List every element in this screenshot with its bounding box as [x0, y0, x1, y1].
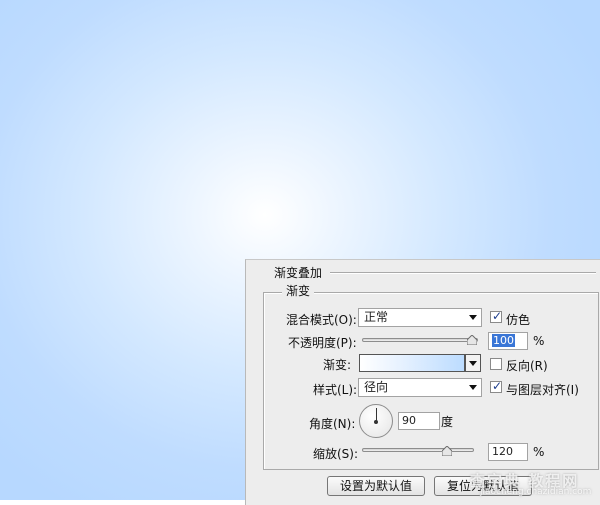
- blend-mode-value: 正常: [364, 310, 389, 324]
- reverse-label: 反向(R): [506, 359, 548, 373]
- checkmark-icon: ✓: [492, 379, 503, 393]
- group-title: 渐变: [282, 282, 315, 299]
- opacity-value: 100: [492, 334, 515, 347]
- chevron-down-icon: [469, 361, 477, 366]
- opacity-label: 不透明度(P):: [288, 336, 357, 350]
- gradient-picker-button[interactable]: [465, 354, 481, 372]
- checkmark-icon: ✓: [492, 309, 503, 323]
- angle-label: 角度(N):: [309, 417, 356, 431]
- blend-mode-label: 混合模式(O):: [286, 313, 357, 327]
- panel-title-rule: [330, 272, 596, 274]
- reverse-checkbox[interactable]: [490, 358, 502, 370]
- angle-input[interactable]: 90: [398, 412, 440, 430]
- scale-slider-track[interactable]: [362, 448, 474, 452]
- chevron-down-icon: [469, 315, 477, 320]
- opacity-slider-thumb[interactable]: [467, 335, 477, 345]
- angle-value: 90: [402, 414, 416, 427]
- panel-title: 渐变叠加: [274, 266, 323, 280]
- make-default-button[interactable]: 设置为默认值: [327, 476, 425, 496]
- blend-mode-select[interactable]: 正常: [358, 308, 482, 327]
- scale-input[interactable]: 120: [488, 443, 528, 461]
- style-value: 径向: [364, 380, 389, 394]
- opacity-slider-track[interactable]: [362, 338, 478, 342]
- scale-slider-thumb[interactable]: [442, 446, 452, 456]
- scale-value: 120: [492, 445, 513, 458]
- gradient-label: 渐变:: [323, 358, 352, 372]
- angle-dial[interactable]: [359, 404, 393, 438]
- gradient-preview-swatch[interactable]: [359, 354, 465, 372]
- dither-label: 仿色: [506, 313, 531, 327]
- opacity-input[interactable]: 100: [488, 332, 528, 350]
- angle-center-dot: [374, 420, 378, 424]
- scale-unit: %: [533, 445, 545, 459]
- align-with-layer-label: 与图层对齐(I): [506, 383, 579, 397]
- chevron-down-icon: [469, 385, 477, 390]
- watermark-url: jiaocheng.chazidian.com: [480, 487, 592, 497]
- opacity-unit: %: [533, 334, 545, 348]
- angle-unit: 度: [441, 415, 454, 429]
- style-label: 样式(L):: [313, 383, 358, 397]
- style-select[interactable]: 径向: [358, 378, 482, 397]
- scale-label: 缩放(S):: [313, 447, 359, 461]
- dither-checkbox[interactable]: ✓: [490, 309, 503, 323]
- align-with-layer-checkbox[interactable]: ✓: [490, 379, 503, 393]
